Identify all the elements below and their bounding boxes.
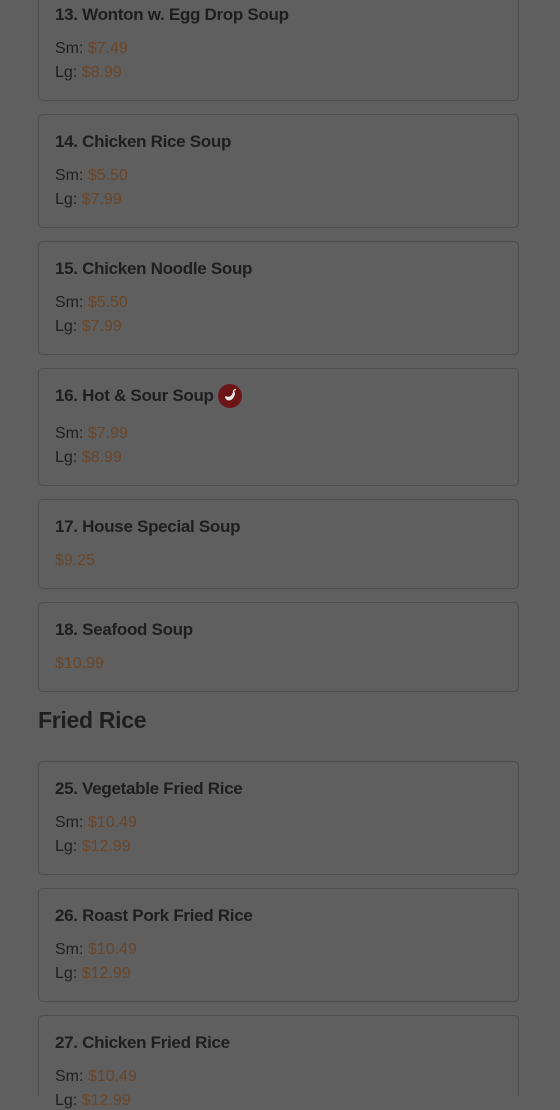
chili-pepper-icon [225, 388, 237, 401]
menu-item-name: 25. Vegetable Fried Rice [55, 779, 243, 798]
price: $9.25 [55, 552, 96, 569]
price-large: Lg: $12.99 [55, 965, 131, 982]
menu-item-name: 16. Hot & Sour Soup [55, 386, 214, 405]
menu-item-name: 27. Chicken Fried Rice [55, 1033, 230, 1052]
menu-item-name: 26. Roast Pork Fried Rice [55, 906, 253, 925]
chili-pepper-icon [218, 384, 242, 408]
menu-item-name: 13. Wonton w. Egg Drop Soup [55, 5, 289, 24]
menu-item-name: 14. Chicken Rice Soup [55, 132, 232, 151]
price-small: Sm: $10.49 [55, 941, 137, 958]
menu-item-card[interactable]: 17. House Special Soup $9.25 [38, 499, 519, 589]
price-small: Sm: $7.99 [55, 425, 128, 442]
menu-item-name: 15. Chicken Noodle Soup [55, 259, 253, 278]
price-large: Lg: $7.99 [55, 318, 122, 335]
menu-item-card[interactable]: 27. Chicken Fried Rice Sm: $10.49 Lg: $1… [38, 1015, 519, 1109]
price-small: Sm: $10.49 [55, 1068, 137, 1085]
price-small: Sm: $7.49 [55, 40, 128, 57]
menu-item-card[interactable]: 16. Hot & Sour Soup Sm: $7.99 Lg: $8.99 [38, 368, 519, 486]
menu-item-name: 18. Seafood Soup [55, 620, 193, 639]
section-title: Fried Rice [38, 707, 147, 733]
price-large: Lg: $7.99 [55, 191, 122, 208]
price-large: Lg: $12.99 [55, 1092, 131, 1109]
price-large: Lg: $12.99 [55, 838, 131, 855]
menu-item-card[interactable]: 18. Seafood Soup $10.99 [38, 602, 519, 692]
menu-item-card[interactable]: 14. Chicken Rice Soup Sm: $5.50 Lg: $7.9… [38, 114, 519, 228]
menu-item-card[interactable]: 26. Roast Pork Fried Rice Sm: $10.49 Lg:… [38, 888, 519, 1002]
price-large: Lg: $8.99 [55, 64, 122, 81]
price: $10.99 [55, 655, 104, 672]
price-small: Sm: $10.49 [55, 814, 137, 831]
price-small: Sm: $5.50 [55, 294, 128, 311]
menu-item-card[interactable]: 13. Wonton w. Egg Drop Soup Sm: $7.49 Lg… [38, 0, 519, 101]
menu-item-card[interactable]: 25. Vegetable Fried Rice Sm: $10.49 Lg: … [38, 761, 519, 875]
price-large: Lg: $8.99 [55, 449, 122, 466]
price-small: Sm: $5.50 [55, 167, 128, 184]
menu-item-name: 17. House Special Soup [55, 517, 241, 536]
menu-item-card[interactable]: 15. Chicken Noodle Soup Sm: $5.50 Lg: $7… [38, 241, 519, 355]
